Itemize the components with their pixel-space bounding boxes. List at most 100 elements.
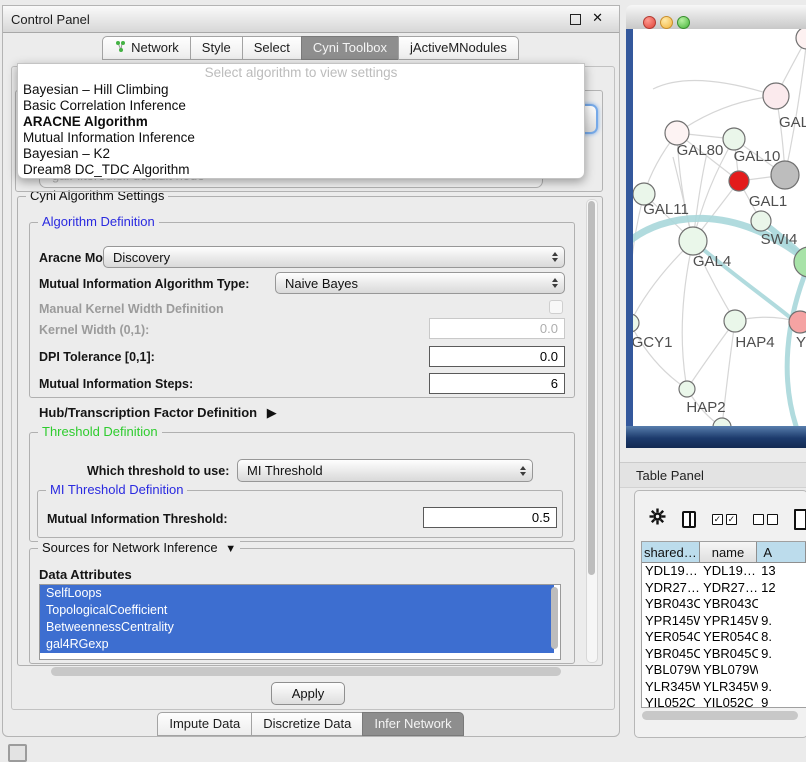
network-node[interactable]: [771, 161, 799, 189]
network-edge[interactable]: [677, 96, 776, 133]
stepper-arrows-icon: [552, 278, 558, 288]
tab-network[interactable]: Network: [102, 36, 191, 60]
float-window-button[interactable]: [570, 14, 581, 25]
network-edge[interactable]: [682, 241, 693, 389]
algorithm-option[interactable]: Mutual Information Inference: [18, 130, 584, 146]
table-column-header[interactable]: name: [700, 542, 758, 563]
network-node[interactable]: [723, 128, 745, 150]
settings-horizontal-scrollbar[interactable]: [51, 667, 561, 676]
node-table[interactable]: shared…nameA YDL19…YDL19…13YDR27…YDR27…1…: [641, 541, 806, 708]
network-node-label: SWI4: [761, 231, 798, 248]
table-horizontal-scrollbar[interactable]: [642, 711, 798, 720]
tab-network-label: Network: [131, 40, 179, 55]
data-attributes-label: Data Attributes: [39, 567, 132, 582]
attribute-item[interactable]: BetweennessCentrality: [40, 619, 554, 636]
table-row[interactable]: YPR145WYPR145W9.: [642, 613, 806, 630]
close-panel-button[interactable]: ✕: [592, 10, 603, 26]
mi-algorithm-type-combo[interactable]: Naive Bayes: [275, 272, 565, 294]
sources-toggle[interactable]: Sources for Network Inference ▼: [38, 540, 240, 555]
algorithm-definition-legend: Algorithm Definition: [38, 214, 159, 229]
network-node-label: GAL80: [677, 142, 724, 159]
table-row[interactable]: YBR045CYBR045C9.: [642, 646, 806, 663]
tab-discretize-data[interactable]: Discretize Data: [251, 712, 363, 736]
page-icon[interactable]: [794, 509, 806, 530]
network-node[interactable]: [763, 83, 789, 109]
network-canvas[interactable]: GALGAL80GAL10GAL1GAL11SWI4GAL4GCY1HAP4YH…: [633, 29, 806, 426]
tab-style[interactable]: Style: [190, 36, 243, 60]
network-node[interactable]: [679, 381, 695, 397]
table-row[interactable]: YBR043CYBR043C: [642, 596, 806, 613]
network-window-titlebar[interactable]: [626, 5, 806, 30]
which-threshold-combo[interactable]: MI Threshold: [237, 459, 533, 482]
algorithm-option[interactable]: Basic Correlation Inference: [18, 98, 584, 114]
apply-button[interactable]: Apply: [271, 682, 345, 705]
network-node[interactable]: [796, 29, 806, 49]
kernel-width-label: Kernel Width (0,1):: [39, 323, 149, 337]
tab-select[interactable]: Select: [242, 36, 302, 60]
table-row[interactable]: YIL052CYIL052C9: [642, 695, 806, 708]
table-column-header[interactable]: shared…: [642, 542, 700, 563]
tab-jactivemnodules[interactable]: jActiveMNodules: [398, 36, 519, 60]
application-root: Control Panel ✕ Network Style Select Cyn…: [0, 0, 806, 762]
network-node[interactable]: [713, 418, 731, 426]
network-node[interactable]: [789, 311, 806, 333]
table-panel: ✓✓ shared…nameA YDL19…YDL19…13YDR27…YDR2…: [634, 490, 806, 738]
kernel-width-field[interactable]: 0.0: [429, 318, 565, 339]
control-panel-title: Control Panel: [11, 12, 90, 27]
algorithm-option[interactable]: Bayesian – Hill Climbing: [18, 82, 584, 98]
manual-kernel-checkbox[interactable]: [549, 300, 563, 314]
network-node[interactable]: [633, 314, 639, 332]
table-row[interactable]: YDR27…YDR27…12: [642, 580, 806, 597]
threshold-definition-legend: Threshold Definition: [38, 424, 162, 439]
network-edge[interactable]: [633, 241, 693, 323]
listbox-scrollbar-thumb[interactable]: [551, 587, 558, 649]
settings-scrollbar-thumb[interactable]: [588, 201, 595, 575]
network-edge[interactable]: [653, 80, 776, 96]
table-row[interactable]: YBL079WYBL079W: [642, 662, 806, 679]
split-columns-icon[interactable]: [682, 511, 696, 528]
network-edge[interactable]: [633, 323, 687, 389]
control-panel-titlebar: Control Panel ✕: [3, 6, 619, 33]
window-zoom-button[interactable]: [677, 16, 690, 29]
algorithm-option[interactable]: ARACNE Algorithm: [18, 114, 584, 130]
chevron-down-icon: ▼: [225, 543, 236, 555]
data-attributes-listbox[interactable]: SelfLoopsTopologicalCoefficientBetweenne…: [39, 584, 561, 660]
table-cell: YBR045C: [700, 646, 758, 663]
network-node[interactable]: [751, 211, 771, 231]
aracne-mode-combo[interactable]: Discovery: [103, 246, 565, 268]
dpi-tolerance-label: DPI Tolerance [0,1]:: [39, 350, 155, 364]
network-node[interactable]: [724, 310, 746, 332]
attribute-item[interactable]: SelfLoops: [40, 585, 554, 602]
attribute-item[interactable]: gal4RGexp: [40, 636, 554, 653]
select-all-icon[interactable]: ✓✓: [712, 514, 737, 525]
table-row[interactable]: YLR345WYLR345W9.: [642, 679, 806, 696]
algorithm-option[interactable]: Dream8 DC_TDC Algorithm: [18, 162, 584, 178]
table-row[interactable]: YDL19…YDL19…13: [642, 563, 806, 580]
algorithm-option[interactable]: Bayesian – K2: [18, 146, 584, 162]
network-node-label: GAL10: [734, 148, 781, 165]
attribute-item[interactable]: TopologicalCoefficient: [40, 602, 554, 619]
table-header-row: shared…nameA: [642, 542, 806, 563]
table-column-header[interactable]: A: [757, 542, 806, 563]
stepper-arrows-icon: [520, 466, 526, 476]
tab-impute-data[interactable]: Impute Data: [157, 712, 252, 736]
network-node[interactable]: [729, 171, 749, 191]
window-minimize-button[interactable]: [660, 16, 673, 29]
window-close-button[interactable]: [643, 16, 656, 29]
minimized-panel-icon[interactable]: [8, 744, 27, 762]
mi-algorithm-type-label: Mutual Information Algorithm Type:: [39, 277, 249, 291]
table-panel-title: Table Panel: [636, 468, 704, 483]
settings-vertical-scrollbar[interactable]: [586, 199, 598, 663]
network-node[interactable]: [679, 227, 707, 255]
mi-steps-field[interactable]: 6: [429, 373, 565, 394]
algorithm-dropdown-placeholder: Select algorithm to view settings: [18, 64, 584, 82]
table-row[interactable]: YER054CYER054C8.: [642, 629, 806, 646]
tab-cyni-toolbox[interactable]: Cyni Toolbox: [301, 36, 399, 60]
table-cell: 13: [758, 563, 806, 580]
tab-infer-network[interactable]: Infer Network: [362, 712, 463, 736]
gear-icon[interactable]: [649, 508, 666, 530]
dpi-tolerance-field[interactable]: 0.0: [429, 346, 565, 367]
deselect-all-icon[interactable]: [753, 514, 778, 525]
mi-threshold-field[interactable]: 0.5: [423, 507, 557, 528]
hub-definition-toggle[interactable]: Hub/Transcription Factor Definition ▶: [39, 405, 277, 421]
